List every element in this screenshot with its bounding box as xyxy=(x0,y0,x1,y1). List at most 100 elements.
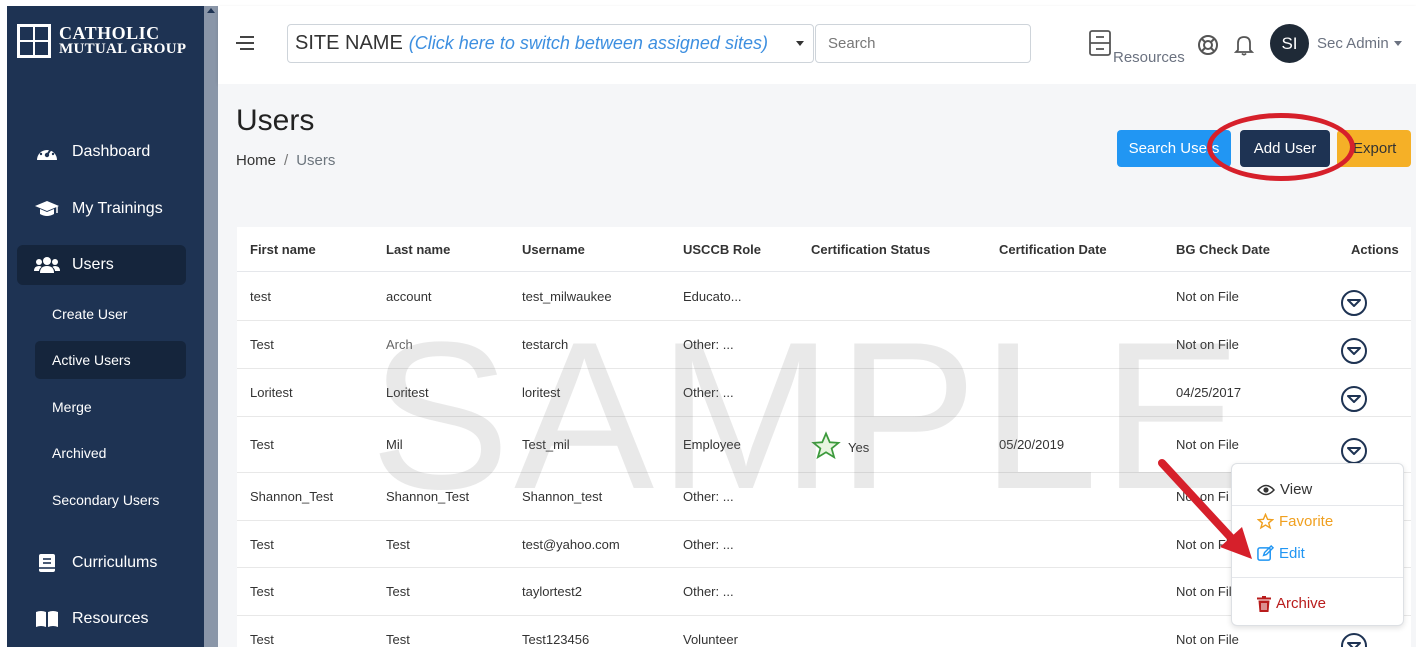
action-view[interactable]: View xyxy=(1257,481,1312,498)
row-actions-toggle[interactable] xyxy=(1341,438,1367,464)
chevron-triangle-down-icon xyxy=(1347,395,1361,403)
table-header-row: First name Last name Username USCCB Role… xyxy=(237,227,1411,272)
sidebar-subitem-active-users[interactable]: Active Users xyxy=(35,341,186,379)
user-menu-dropdown[interactable]: Sec Admin xyxy=(1317,35,1402,52)
sidebar-subitem-archived[interactable]: Archived xyxy=(35,434,186,472)
file-cabinet-icon xyxy=(1089,30,1111,60)
cell-certification-date: 05/20/2019 xyxy=(999,437,1065,452)
sidebar-item-label: Curriculums xyxy=(72,554,158,571)
scroll-up-icon[interactable] xyxy=(207,8,215,13)
cell-usccb-role: Volunteer xyxy=(683,632,738,647)
chevron-down-icon xyxy=(796,41,804,46)
cell-first-name: Test xyxy=(250,437,274,452)
site-name: SITE NAME xyxy=(295,32,403,54)
sidebar-subitem-secondary-users[interactable]: Secondary Users xyxy=(35,481,186,519)
column-header-bg-check-date[interactable]: BG Check Date xyxy=(1176,242,1270,257)
cell-usccb-role: Other: ... xyxy=(683,385,734,400)
graduation-cap-icon xyxy=(34,200,60,218)
sidebar: CATHOLIC MUTUAL GROUP Dashboard My Train… xyxy=(7,6,204,647)
column-header-first-name[interactable]: First name xyxy=(250,242,316,257)
cell-bg-check-date: Not on File xyxy=(1176,337,1239,352)
cell-usccb-role: Employee xyxy=(683,437,741,452)
cell-bg-check-date: Not on File xyxy=(1176,437,1239,452)
action-archive[interactable]: Archive xyxy=(1257,595,1326,612)
cell-last-name: Arch xyxy=(386,337,413,352)
table-row[interactable]: Test Arch testarch Other: ... Not on File xyxy=(237,321,1411,369)
row-actions-toggle[interactable] xyxy=(1341,633,1367,647)
column-header-certification-status[interactable]: Certification Status xyxy=(811,242,930,257)
breadcrumb-current: Users xyxy=(296,152,336,169)
row-actions-toggle[interactable] xyxy=(1341,386,1367,412)
certified-star-icon xyxy=(811,431,841,466)
breadcrumb-home[interactable]: Home xyxy=(236,152,276,169)
brand-logo[interactable]: CATHOLIC MUTUAL GROUP xyxy=(17,24,186,58)
cell-usccb-role: Other: ... xyxy=(683,489,734,504)
dashboard-icon xyxy=(34,142,60,162)
table-row[interactable]: test account test_milwaukee Educato... Not o… xyxy=(237,273,1411,321)
brand-line-2: MUTUAL GROUP xyxy=(59,41,187,57)
cell-last-name: Test xyxy=(386,537,410,552)
cell-usccb-role: Other: ... xyxy=(683,337,734,352)
annotation-arrow-icon xyxy=(1158,459,1252,559)
global-search-input[interactable] xyxy=(815,24,1031,63)
brand-line-1: CATHOLIC xyxy=(59,23,160,43)
cell-last-name: Shannon_Test xyxy=(386,489,470,504)
menu-toggle-icon[interactable] xyxy=(236,36,254,52)
action-view-label: View xyxy=(1280,481,1313,498)
sidebar-item-my-trainings[interactable]: My Trainings xyxy=(17,189,186,229)
sidebar-subitem-merge[interactable]: Merge xyxy=(35,388,186,426)
column-header-certification-date[interactable]: Certification Date xyxy=(999,242,1107,257)
sidebar-subitem-create-user[interactable]: Create User xyxy=(35,295,186,333)
cell-username: test@yahoo.com xyxy=(522,537,620,552)
sidebar-item-resources[interactable]: Resources xyxy=(17,599,186,639)
notifications-bell-icon[interactable] xyxy=(1233,34,1255,61)
sidebar-item-label: Resources xyxy=(72,610,149,627)
menu-divider xyxy=(1232,577,1403,578)
sidebar-item-curriculums[interactable]: Curriculums xyxy=(17,543,186,583)
row-actions-toggle[interactable] xyxy=(1341,338,1367,364)
action-favorite[interactable]: Favorite xyxy=(1257,513,1333,530)
site-switcher-select[interactable]: SITE NAME (Click here to switch between … xyxy=(287,24,814,63)
column-header-username[interactable]: Username xyxy=(522,242,585,257)
open-book-icon xyxy=(34,610,60,628)
sidebar-item-dashboard[interactable]: Dashboard xyxy=(17,132,186,172)
cell-last-name: Test xyxy=(386,632,410,647)
cell-first-name: Test xyxy=(250,632,274,647)
trash-icon xyxy=(1257,595,1271,612)
cell-username: test_milwaukee xyxy=(522,289,612,304)
sidebar-scrollbar[interactable] xyxy=(204,6,218,647)
resources-link[interactable]: Resources xyxy=(1089,30,1185,66)
sidebar-item-label: Users xyxy=(72,256,114,273)
row-actions-toggle[interactable] xyxy=(1341,290,1367,316)
sidebar-item-users[interactable]: Users xyxy=(17,245,186,285)
cell-first-name: Test xyxy=(250,537,274,552)
chevron-triangle-down-icon xyxy=(1347,642,1361,647)
cell-first-name: Test xyxy=(250,337,274,352)
book-icon xyxy=(34,553,60,573)
action-edit[interactable]: Edit xyxy=(1257,545,1305,562)
column-header-last-name[interactable]: Last name xyxy=(386,242,450,257)
sidebar-item-label: Dashboard xyxy=(72,143,151,160)
avatar[interactable]: SI xyxy=(1270,24,1309,63)
users-icon xyxy=(34,256,60,274)
logo-mark-icon xyxy=(17,24,51,58)
cell-last-name: Mil xyxy=(386,437,403,452)
sidebar-item-label: My Trainings xyxy=(72,200,163,217)
action-archive-label: Archive xyxy=(1276,595,1327,612)
cell-username: testarch xyxy=(522,337,569,352)
help-lifebuoy-icon[interactable] xyxy=(1197,34,1219,61)
cell-username: Shannon_test xyxy=(522,489,603,504)
top-navbar: SITE NAME (Click here to switch between … xyxy=(218,6,1416,84)
cell-username: loritest xyxy=(522,385,561,400)
column-header-actions: Actions xyxy=(1351,242,1399,257)
cell-last-name: account xyxy=(386,289,432,304)
cell-last-name: Loritest xyxy=(386,385,429,400)
table-row[interactable]: Loritest Loritest loritest Other: ... 04/25/… xyxy=(237,369,1411,417)
cell-username: taylortest2 xyxy=(522,584,582,599)
cell-first-name: Test xyxy=(250,584,274,599)
annotation-highlight-circle xyxy=(1207,113,1355,181)
chevron-down-icon xyxy=(1393,41,1402,46)
column-header-usccb-role[interactable]: USCCB Role xyxy=(683,242,761,257)
cell-first-name: Shannon_Test xyxy=(250,489,334,504)
chevron-triangle-down-icon xyxy=(1347,447,1361,455)
